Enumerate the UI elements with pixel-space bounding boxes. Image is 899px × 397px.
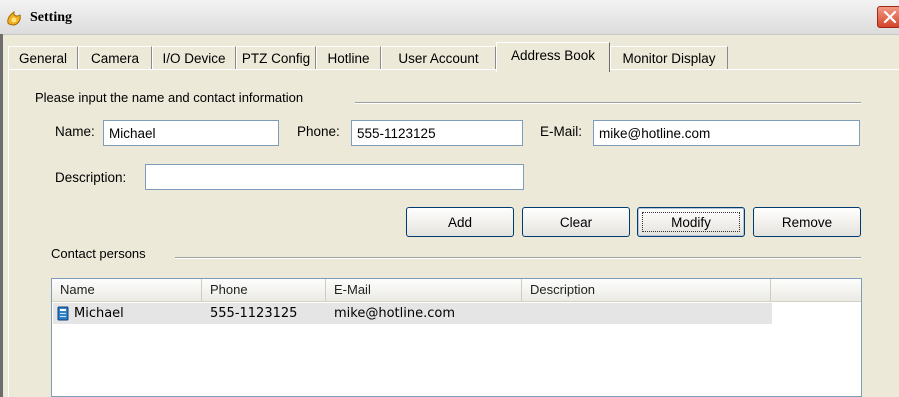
email-label: E-Mail: (540, 124, 583, 139)
group-separator (175, 257, 861, 259)
tab-general[interactable]: General (8, 46, 78, 70)
contact-phone: 555-1123125 (210, 306, 298, 321)
contact-card-icon (56, 306, 70, 321)
window-edge (0, 34, 3, 397)
column-header-name[interactable]: Name (52, 279, 202, 301)
tab-camera[interactable]: Camera (78, 46, 152, 70)
app-icon (5, 9, 23, 27)
description-field[interactable] (145, 164, 524, 190)
contact-persons-group-title: Contact persons (51, 246, 150, 261)
tab-address-book[interactable]: Address Book (496, 42, 610, 72)
close-button[interactable] (877, 6, 899, 28)
add-button[interactable]: Add (406, 207, 514, 237)
tab-ptz-config[interactable]: PTZ Config (236, 46, 316, 70)
contact-name: Michael (74, 306, 124, 321)
contacts-list[interactable]: Name Phone E-Mail Description Michael 55… (51, 278, 862, 397)
description-label: Description: (55, 170, 127, 185)
column-header-phone[interactable]: Phone (202, 279, 326, 301)
name-label: Name: (55, 124, 95, 139)
tab-monitor-display[interactable]: Monitor Display (610, 46, 728, 70)
phone-field[interactable] (351, 120, 523, 146)
list-header: Name Phone E-Mail Description (52, 279, 861, 302)
tab-user-account[interactable]: User Account (381, 46, 496, 70)
window-title: Setting (30, 10, 72, 25)
modify-button[interactable]: Modify (637, 207, 745, 237)
remove-button[interactable]: Remove (753, 207, 861, 237)
tab-hotline[interactable]: Hotline (316, 46, 381, 70)
contact-email: mike@hotline.com (334, 306, 455, 321)
contact-form-group-title: Please input the name and contact inform… (35, 90, 308, 105)
title-bar: Setting (0, 0, 899, 35)
list-item[interactable]: Michael 555-1123125 mike@hotline.com (53, 303, 772, 324)
clear-button[interactable]: Clear (522, 207, 630, 237)
name-field[interactable] (103, 120, 279, 146)
tab-strip: General Camera I/O Device PTZ Config Hot… (8, 42, 899, 72)
group-separator (355, 102, 861, 104)
focus-indicator (642, 212, 740, 232)
close-icon (883, 10, 897, 24)
phone-label: Phone: (297, 124, 340, 139)
column-header-description[interactable]: Description (522, 279, 771, 301)
email-field[interactable] (593, 120, 860, 146)
column-header-email[interactable]: E-Mail (326, 279, 522, 301)
tab-io-device[interactable]: I/O Device (152, 46, 236, 70)
